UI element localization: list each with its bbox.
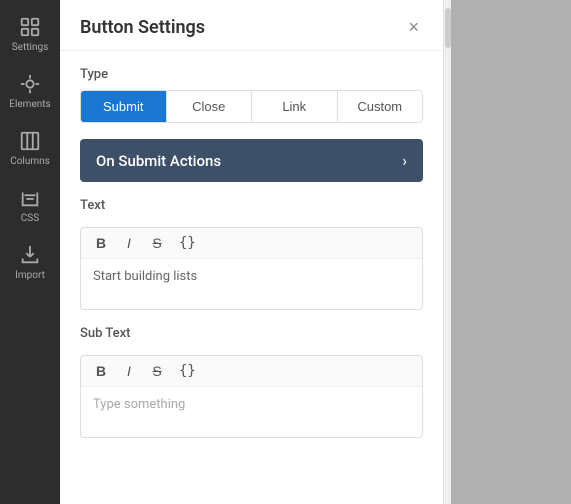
action-bar-label: On Submit Actions: [96, 152, 221, 170]
sidebar: Settings Elements Columns: [0, 0, 60, 504]
sub-text-code-btn[interactable]: {}: [175, 362, 200, 380]
sub-text-editor-box: B I S {} Type something: [80, 355, 423, 438]
sub-text-section-label: Sub Text: [80, 326, 423, 341]
scroll-track: [443, 0, 451, 504]
text-bold-btn[interactable]: B: [91, 234, 111, 252]
sidebar-label-import: Import: [15, 270, 45, 281]
sub-text-strike-btn[interactable]: S: [147, 362, 167, 380]
settings-icon: [19, 16, 41, 38]
sub-text-section: Sub Text B I S {} Type something: [80, 326, 423, 438]
sidebar-label-css: CSS: [21, 213, 39, 224]
type-button-group: Submit Close Link Custom: [80, 90, 423, 123]
dialog-body: Type Submit Close Link Custom On Submit …: [60, 51, 443, 504]
text-section-label: Text: [80, 198, 423, 213]
sidebar-label-settings: Settings: [12, 42, 49, 53]
sidebar-label-elements: Elements: [9, 99, 50, 110]
import-icon: [19, 244, 41, 266]
sub-text-italic-btn[interactable]: I: [119, 362, 139, 380]
sub-text-editor-toolbar: B I S {}: [81, 356, 422, 387]
sidebar-item-css[interactable]: CSS: [0, 179, 60, 232]
main-panel: Button Settings × Type Submit Close Link…: [60, 0, 443, 504]
type-btn-link[interactable]: Link: [252, 91, 338, 122]
action-bar-arrow-icon: ›: [402, 151, 407, 170]
text-section: Text B I S {} Start building lists: [80, 198, 423, 310]
type-btn-submit[interactable]: Submit: [81, 91, 167, 122]
close-button[interactable]: ×: [404, 16, 423, 38]
dialog: Button Settings × Type Submit Close Link…: [60, 0, 443, 504]
sidebar-item-columns[interactable]: Columns: [0, 122, 60, 175]
sidebar-item-elements[interactable]: Elements: [0, 65, 60, 118]
sidebar-label-columns: Columns: [10, 156, 50, 167]
on-submit-actions-bar[interactable]: On Submit Actions ›: [80, 139, 423, 182]
columns-icon: [19, 130, 41, 152]
css-icon: [19, 187, 41, 209]
dialog-title: Button Settings: [80, 17, 205, 38]
text-italic-btn[interactable]: I: [119, 234, 139, 252]
sub-text-bold-btn[interactable]: B: [91, 362, 111, 380]
type-btn-close[interactable]: Close: [167, 91, 253, 122]
text-editor-box: B I S {} Start building lists: [80, 227, 423, 310]
text-code-btn[interactable]: {}: [175, 234, 200, 252]
text-editor-toolbar: B I S {}: [81, 228, 422, 259]
type-section: Type Submit Close Link Custom: [80, 67, 423, 123]
elements-icon: [19, 73, 41, 95]
type-label: Type: [80, 67, 423, 82]
text-editor-content[interactable]: Start building lists: [81, 259, 422, 309]
dialog-header: Button Settings ×: [60, 0, 443, 51]
text-strike-btn[interactable]: S: [147, 234, 167, 252]
sidebar-item-import[interactable]: Import: [0, 236, 60, 289]
sidebar-item-settings[interactable]: Settings: [0, 8, 60, 61]
right-panel: [451, 0, 571, 504]
scroll-thumb[interactable]: [445, 8, 451, 48]
sub-text-editor-placeholder[interactable]: Type something: [81, 387, 422, 437]
type-btn-custom[interactable]: Custom: [338, 91, 423, 122]
